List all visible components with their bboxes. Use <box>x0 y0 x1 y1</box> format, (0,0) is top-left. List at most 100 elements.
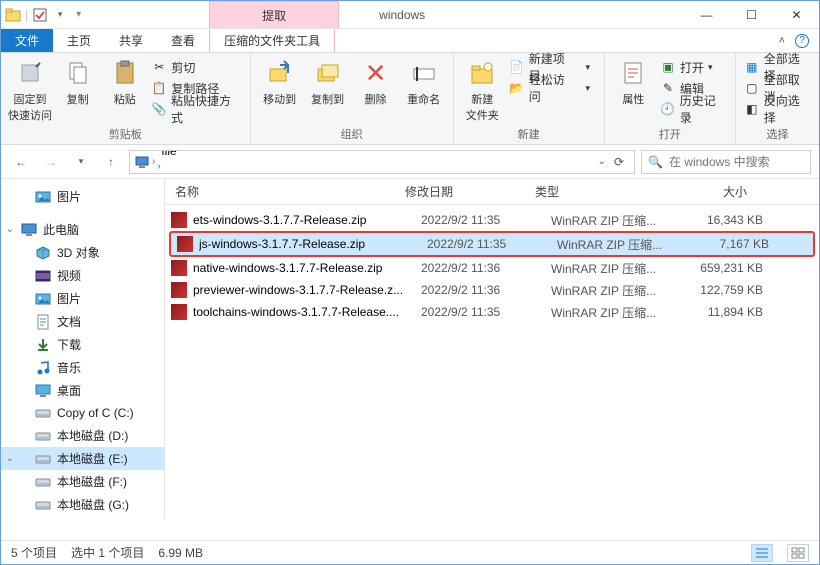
pin-quickaccess-button[interactable]: 固定到 快速访问 <box>9 57 51 123</box>
crumb[interactable]: file <box>157 150 236 158</box>
nav-item-label: 下载 <box>57 336 81 353</box>
copyto-button[interactable]: 复制到 <box>307 57 349 107</box>
new-folder-button[interactable]: 新建 文件夹 <box>462 57 503 123</box>
help-icon[interactable]: ? <box>795 34 809 48</box>
qat-separator: | <box>25 8 28 22</box>
title-bar: | ▾ ▾ 提取 windows — ☐ ✕ <box>1 1 819 29</box>
maximize-button[interactable]: ☐ <box>729 1 774 28</box>
history-button[interactable]: 🕘历史记录 <box>660 99 727 119</box>
cut-button[interactable]: ✂剪切 <box>151 57 241 77</box>
nav-item[interactable]: 音乐 <box>1 356 164 379</box>
nav-item[interactable]: Copy of C (C:) <box>1 402 164 424</box>
chevron-right-icon[interactable]: › <box>157 161 160 172</box>
pin-icon <box>14 57 46 89</box>
refresh-button[interactable]: ⟳ <box>608 155 630 169</box>
column-size[interactable]: 大小 <box>665 183 765 200</box>
breadcrumb-dropdown-icon[interactable]: ⌄ <box>598 156 606 167</box>
tab-file[interactable]: 文件 <box>1 29 53 52</box>
tab-view[interactable]: 查看 <box>157 29 209 52</box>
open-button[interactable]: ▣打开▾ <box>660 57 727 77</box>
disk-icon <box>35 428 51 444</box>
file-size: 659,231 KB <box>681 261 781 275</box>
nav-item-label: 图片 <box>57 290 81 307</box>
properties-icon <box>617 57 649 89</box>
ribbon-collapse-icon[interactable]: ˄ <box>779 35 785 47</box>
column-date[interactable]: 修改日期 <box>405 183 535 200</box>
table-row[interactable]: native-windows-3.1.7.7-Release.zip2022/9… <box>165 257 819 279</box>
zip-file-icon <box>177 236 193 252</box>
new-item-icon: 📄 <box>509 59 525 75</box>
properties-button[interactable]: 属性 <box>613 57 654 107</box>
nav-item-label: 本地磁盘 (D:) <box>57 427 128 444</box>
moveto-button[interactable]: 移动到 <box>259 57 301 107</box>
nav-item[interactable]: 3D 对象 <box>1 241 164 264</box>
ribbon-group-organize: 移动到 复制到 ✕删除 重命名 组织 <box>251 53 454 144</box>
file-type: 2022/9/2 11:36 <box>421 261 551 275</box>
recent-locations-button[interactable]: ▾ <box>69 150 93 174</box>
nav-item[interactable]: 文档 <box>1 310 164 333</box>
easy-access-button[interactable]: 📂轻松访问▾ <box>509 78 596 98</box>
ribbon-group-open: 属性 ▣打开▾ ✎编辑 🕘历史记录 打开 <box>605 53 736 144</box>
expander-icon[interactable]: ⌄ <box>5 453 15 464</box>
column-name[interactable]: 名称 <box>165 183 405 200</box>
invert-selection-button[interactable]: ◧反向选择 <box>744 99 811 119</box>
nav-item[interactable]: 本地磁盘 (G:) <box>1 493 164 516</box>
picture-icon <box>35 189 51 205</box>
nav-item[interactable]: 视频 <box>1 264 164 287</box>
nav-item[interactable]: 图片 <box>1 185 164 208</box>
search-input[interactable]: 🔍 在 windows 中搜索 <box>641 150 811 174</box>
paste-shortcut-button[interactable]: 📎粘贴快捷方式 <box>151 99 241 119</box>
table-row[interactable]: js-windows-3.1.7.7-Release.zip2022/9/2 1… <box>171 233 813 255</box>
chevron-down-icon: ▾ <box>580 59 596 75</box>
forward-button[interactable]: → <box>39 150 63 174</box>
nav-item[interactable]: 本地磁盘 (D:) <box>1 424 164 447</box>
navigation-pane[interactable]: 图片⌄此电脑3D 对象视频图片文档下载音乐桌面Copy of C (C:)本地磁… <box>1 179 165 519</box>
crumb[interactable]: code <box>157 172 236 174</box>
paste-button[interactable]: 粘贴 <box>104 57 145 107</box>
nav-item[interactable]: 本地磁盘 (F:) <box>1 470 164 493</box>
nav-item[interactable]: 图片 <box>1 287 164 310</box>
close-button[interactable]: ✕ <box>774 1 819 28</box>
select-all-icon: ▦ <box>744 59 760 75</box>
icons-view-button[interactable] <box>787 544 809 562</box>
up-button[interactable]: ↑ <box>99 150 123 174</box>
ribbon-collapse-help: ˄ ? <box>779 29 819 52</box>
picture-icon <box>35 291 51 307</box>
rename-button[interactable]: 重命名 <box>403 57 445 107</box>
chevron-down-icon[interactable]: ▾ <box>52 7 68 23</box>
minimize-button[interactable]: — <box>684 1 729 28</box>
table-row[interactable]: previewer-windows-3.1.7.7-Release.z...20… <box>165 279 819 301</box>
search-icon: 🔍 <box>648 155 663 169</box>
rename-icon <box>408 57 440 89</box>
file-type: 2022/9/2 11:35 <box>421 305 551 319</box>
delete-button[interactable]: ✕删除 <box>355 57 397 107</box>
column-type[interactable]: 类型 <box>535 183 665 200</box>
history-icon: 🕘 <box>660 101 676 117</box>
status-bar: 5 个项目 选中 1 个项目 6.99 MB <box>1 540 819 564</box>
nav-item[interactable]: ⌄本地磁盘 (E:) <box>1 447 164 470</box>
nav-item[interactable]: 下载 <box>1 333 164 356</box>
table-row[interactable]: toolchains-windows-3.1.7.7-Release....20… <box>165 301 819 323</box>
ribbon-group-select: ▦全部选择 ▢全部取消 ◧反向选择 选择 <box>736 53 819 144</box>
window-title: windows <box>339 1 684 28</box>
tab-compressed-tools[interactable]: 压缩的文件夹工具 <box>209 29 335 52</box>
nav-item[interactable]: 桌面 <box>1 379 164 402</box>
tab-home[interactable]: 主页 <box>53 29 105 52</box>
disk-icon <box>35 474 51 490</box>
highlighted-row: js-windows-3.1.7.7-Release.zip2022/9/2 1… <box>169 231 815 257</box>
breadcrumb[interactable]: › 此电脑›本地磁盘 (E:)›file›code›ohos-sdk›windo… <box>129 150 635 174</box>
column-headers[interactable]: 名称 修改日期 类型 大小 <box>165 179 819 205</box>
chevron-right-icon[interactable]: › <box>152 156 155 167</box>
copy-button[interactable]: 复制 <box>57 57 98 107</box>
quick-access-toolbar: | ▾ ▾ <box>1 1 89 28</box>
expander-icon[interactable]: ⌄ <box>5 224 15 235</box>
desktop-icon <box>35 383 51 399</box>
qat-overflow[interactable]: ▾ <box>72 9 85 20</box>
table-row[interactable]: ets-windows-3.1.7.7-Release.zip2022/9/2 … <box>165 209 819 231</box>
path-icon: 📋 <box>151 80 167 96</box>
back-button[interactable]: ← <box>9 150 33 174</box>
tab-share[interactable]: 共享 <box>105 29 157 52</box>
details-view-button[interactable] <box>751 544 773 562</box>
nav-item[interactable]: ⌄此电脑 <box>1 218 164 241</box>
checkbox-icon[interactable] <box>32 7 48 23</box>
